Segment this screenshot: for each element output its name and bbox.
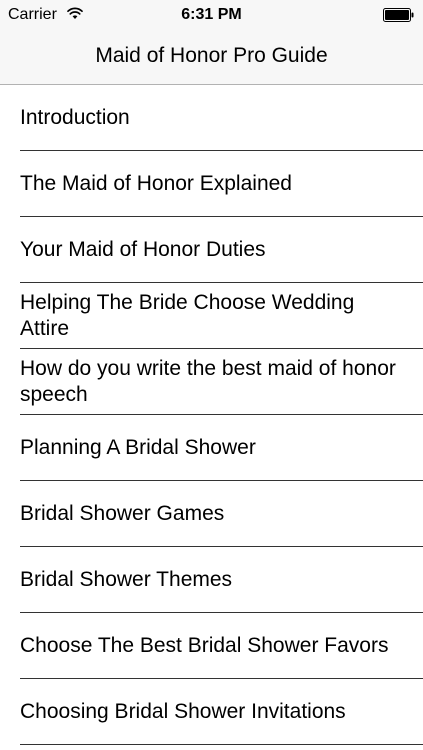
list-item[interactable]: How do you write the best maid of honor … — [0, 349, 423, 415]
list-item-label: Helping The Bride Choose Wedding Attire — [20, 291, 355, 340]
list-item[interactable]: Introduction — [0, 85, 423, 151]
list-item-label: Your Maid of Honor Duties — [20, 238, 266, 261]
list-item[interactable]: Choose The Best Bridal Shower Favors — [0, 613, 423, 679]
list-item-label: Introduction — [20, 106, 130, 129]
list-item[interactable]: Your Maid of Honor Duties — [0, 217, 423, 283]
list-item-label: Choosing Bridal Shower Invitations — [20, 700, 346, 723]
status-bar: Carrier 6:31 PM — [0, 0, 423, 30]
status-time: 6:31 PM — [181, 6, 242, 23]
navigation-bar: Maid of Honor Pro Guide — [0, 30, 423, 85]
list-item-label: Bridal Shower Games — [20, 502, 225, 525]
list-item-label: Choose The Best Bridal Shower Favors — [20, 634, 389, 657]
list-item[interactable]: The Maid of Honor Explained — [0, 151, 423, 217]
list-item[interactable]: Bridal Shower Themes — [0, 547, 423, 613]
list-item[interactable]: Bridal Shower Games — [0, 481, 423, 547]
list-item[interactable]: Choosing Bridal Shower Invitations — [0, 679, 423, 745]
list-item[interactable]: Planning A Bridal Shower — [0, 415, 423, 481]
list-item-label: Planning A Bridal Shower — [20, 436, 256, 459]
page-title: Maid of Honor Pro Guide — [95, 44, 328, 67]
list-item-label: How do you write the best maid of honor … — [20, 357, 396, 406]
list-item-label: The Maid of Honor Explained — [20, 172, 292, 195]
battery-icon — [383, 8, 414, 22]
list-item[interactable]: Helping The Bride Choose Wedding Attire — [0, 283, 423, 349]
list-item-label: Bridal Shower Themes — [20, 568, 233, 591]
chapter-list: Introduction The Maid of Honor Explained… — [0, 85, 423, 745]
